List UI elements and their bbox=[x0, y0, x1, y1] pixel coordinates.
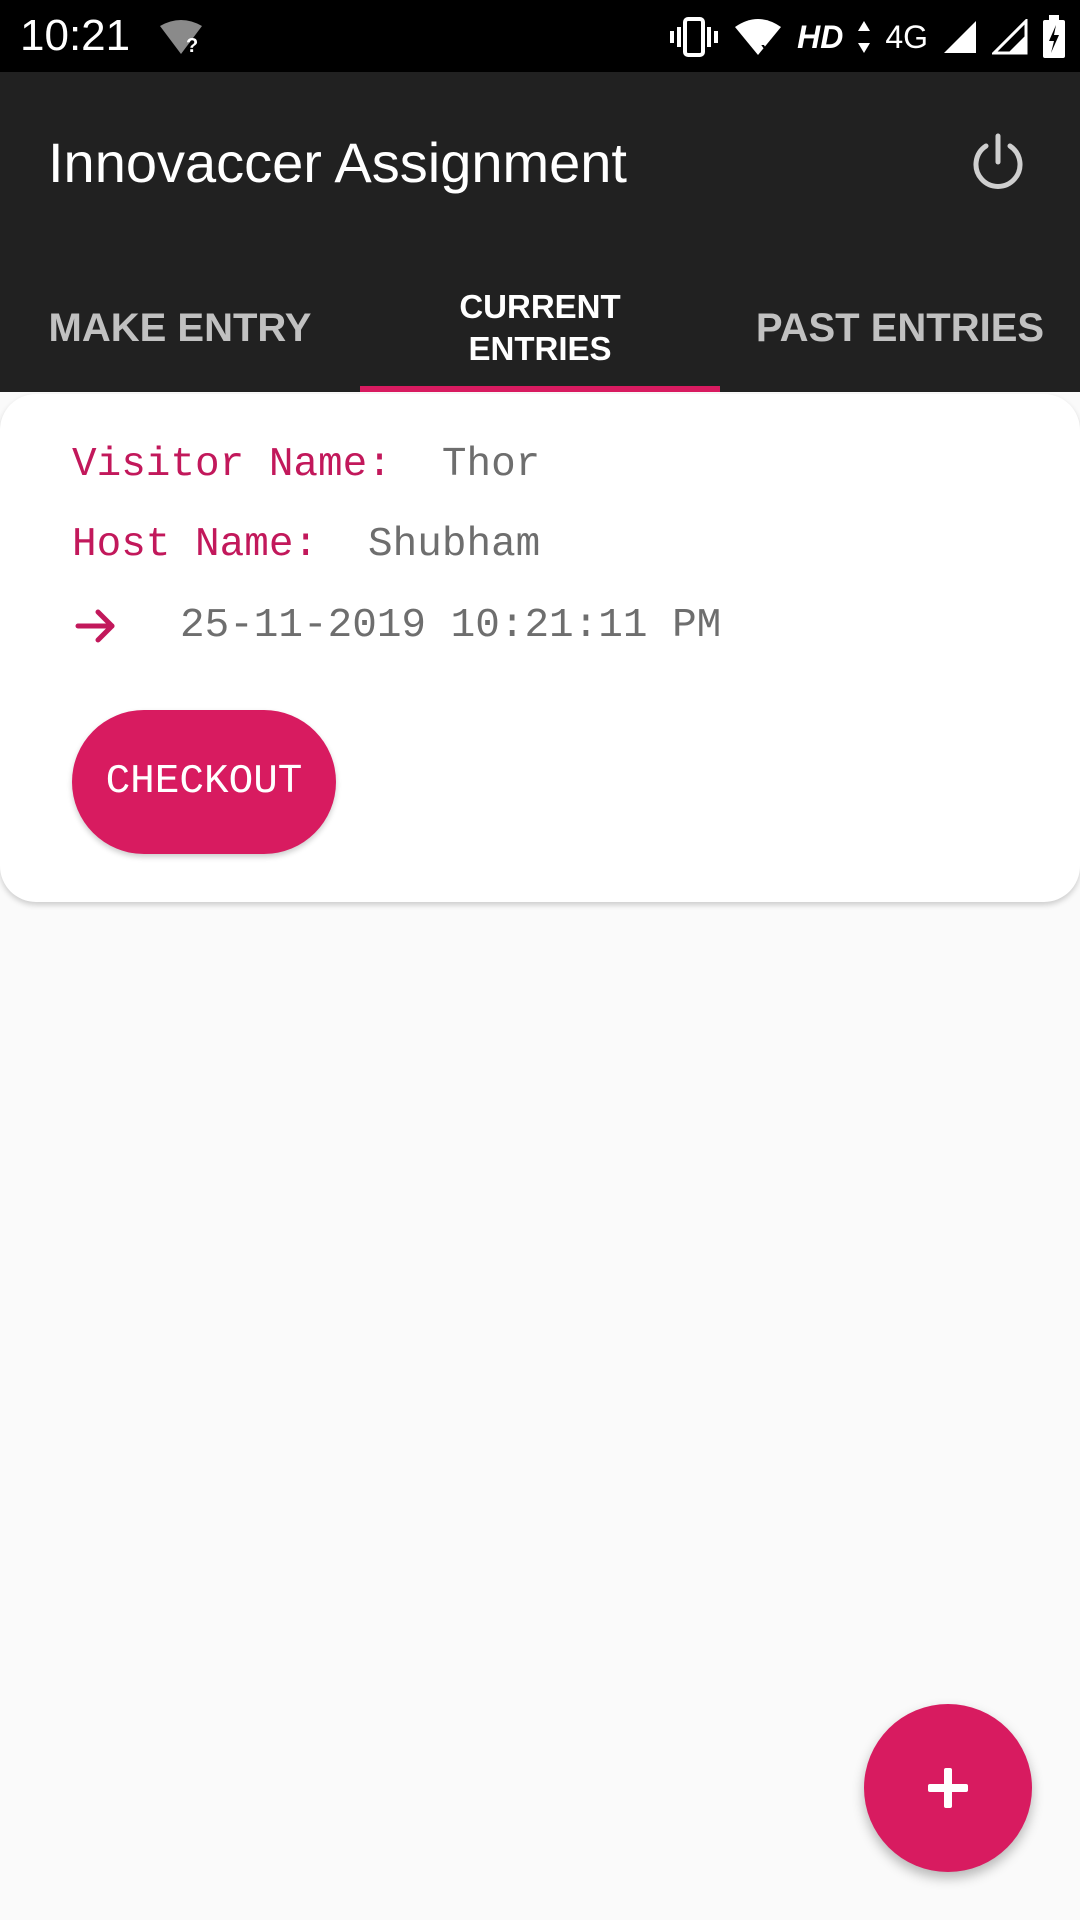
tab-past-entries[interactable]: PAST ENTRIES bbox=[720, 264, 1080, 392]
visitor-row: Visitor Name: Thor bbox=[72, 442, 540, 488]
data-arrows-icon bbox=[857, 19, 871, 55]
add-entry-fab[interactable] bbox=[864, 1704, 1032, 1872]
wifi-question-icon: ? bbox=[156, 18, 206, 63]
checkin-timestamp: 25-11-2019 10:21:11 PM bbox=[180, 603, 722, 649]
app-bar: Innovaccer Assignment MAKE ENTRY CURRENT… bbox=[0, 72, 1080, 392]
status-time: 10:21 bbox=[20, 11, 131, 60]
vibrate-icon bbox=[669, 15, 719, 59]
tab-bar: MAKE ENTRY CURRENT ENTRIES PAST ENTRIES bbox=[0, 264, 1080, 392]
tab-label: PAST ENTRIES bbox=[755, 306, 1045, 350]
svg-text:x: x bbox=[761, 39, 771, 57]
network-hd-label: HD bbox=[797, 18, 844, 55]
battery-charging-icon bbox=[1042, 15, 1066, 59]
power-icon bbox=[973, 133, 1023, 189]
checkin-time-row: 25-11-2019 10:21:11 PM bbox=[72, 602, 721, 650]
tab-indicator bbox=[360, 386, 720, 392]
arrow-right-icon bbox=[75, 609, 115, 643]
svg-text:?: ? bbox=[186, 35, 198, 57]
tab-make-entry[interactable]: MAKE ENTRY bbox=[0, 264, 360, 392]
tab-current-entries[interactable]: CURRENT ENTRIES bbox=[360, 264, 720, 392]
visitor-name-label: Visitor Name: bbox=[72, 442, 392, 488]
app-title: Innovaccer Assignment bbox=[48, 131, 627, 194]
checkout-button[interactable]: CHECKOUT bbox=[72, 710, 336, 854]
entry-card: Visitor Name: Thor Host Name: Shubham 25… bbox=[0, 394, 1080, 902]
tab-label: MAKE ENTRY bbox=[48, 306, 312, 350]
wifi-x-icon: x bbox=[733, 17, 783, 57]
host-name-value: Shubham bbox=[368, 522, 541, 568]
power-button[interactable] bbox=[958, 122, 1038, 202]
signal-4g-label: 4G bbox=[885, 18, 928, 55]
visitor-name-value: Thor bbox=[441, 442, 541, 488]
signal-icon bbox=[992, 19, 1028, 55]
status-bar: 10:21 ? x HD 4G bbox=[0, 0, 1080, 72]
signal-icon bbox=[942, 19, 978, 55]
tab-label: CURRENT ENTRIES bbox=[459, 288, 621, 367]
host-row: Host Name: Shubham bbox=[72, 522, 540, 568]
plus-icon bbox=[928, 1768, 968, 1808]
host-name-label: Host Name: bbox=[72, 522, 319, 568]
